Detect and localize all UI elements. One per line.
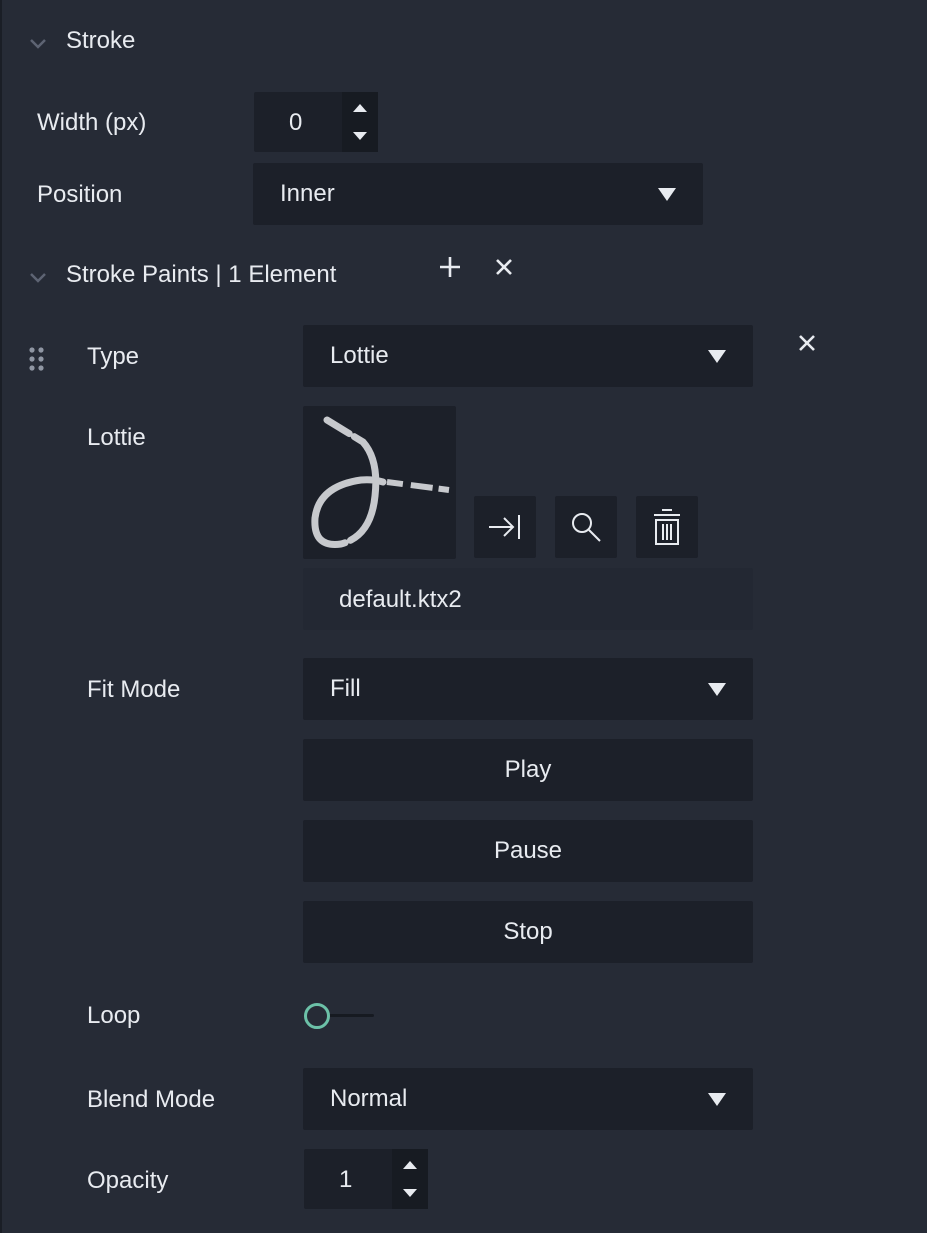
decrement-icon[interactable] (353, 132, 367, 140)
stroke-paints-section-title[interactable]: Stroke Paints | 1 Element (66, 261, 336, 289)
plus-icon[interactable] (437, 254, 463, 280)
caret-down-icon (708, 1093, 726, 1106)
blend-mode-value: Normal (330, 1085, 408, 1112)
navigate-to-icon (489, 515, 520, 539)
navigate-to-asset-button[interactable] (474, 496, 536, 558)
type-value: Lottie (330, 342, 389, 369)
opacity-stepper[interactable] (392, 1149, 428, 1209)
play-label: Play (504, 756, 552, 783)
fit-mode-dropdown[interactable]: Fill (303, 658, 753, 720)
position-dropdown[interactable]: Inner (253, 163, 703, 225)
remove-asset-button[interactable] (636, 496, 698, 558)
increment-icon[interactable] (353, 104, 367, 112)
caret-down-icon (708, 350, 726, 363)
loop-label: Loop (87, 1002, 141, 1029)
search-icon (572, 513, 601, 542)
width-label: Width (px) (37, 109, 147, 136)
caret-down-icon (658, 188, 676, 201)
width-stepper[interactable] (342, 92, 378, 152)
toggle-knob[interactable] (304, 1003, 330, 1029)
type-dropdown[interactable]: Lottie (303, 325, 753, 387)
opacity-value[interactable]: 1 (339, 1166, 352, 1194)
opacity-number-field[interactable]: 1 (304, 1149, 428, 1209)
chevron-down-icon[interactable] (28, 33, 48, 53)
lottie-label: Lottie (87, 424, 146, 451)
find-asset-button[interactable] (555, 496, 617, 558)
caret-down-icon (708, 683, 726, 696)
chevron-down-icon[interactable] (28, 267, 48, 287)
position-value: Inner (280, 180, 335, 207)
pause-label: Pause (493, 837, 563, 864)
drag-handle-icon[interactable] (27, 345, 47, 373)
play-button[interactable]: Play (303, 739, 753, 801)
close-icon[interactable] (494, 257, 514, 277)
lottie-preview-thumbnail[interactable] (303, 406, 456, 559)
loop-toggle[interactable] (302, 1001, 376, 1031)
position-label: Position (37, 181, 123, 208)
blend-mode-label: Blend Mode (87, 1086, 216, 1113)
blend-mode-dropdown[interactable]: Normal (303, 1068, 753, 1130)
increment-icon[interactable] (403, 1161, 417, 1169)
opacity-label: Opacity (87, 1167, 169, 1194)
width-number-field[interactable]: 0 (254, 92, 378, 152)
trash-icon (654, 509, 680, 545)
stroke-section-title[interactable]: Stroke (66, 27, 135, 55)
pause-button[interactable]: Pause (303, 820, 753, 882)
stop-label: Stop (503, 918, 553, 945)
remove-element-icon[interactable] (797, 333, 817, 353)
type-label: Type (87, 343, 140, 370)
fit-mode-value: Fill (330, 675, 361, 702)
lottie-preview-image (311, 416, 450, 548)
decrement-icon[interactable] (403, 1189, 417, 1197)
asset-filename-field[interactable]: default.ktx2 (303, 568, 753, 630)
width-value[interactable]: 0 (289, 109, 302, 137)
asset-filename: default.ktx2 (339, 586, 462, 613)
panel-left-border (0, 0, 2, 1233)
fit-mode-label: Fit Mode (87, 676, 181, 703)
stop-button[interactable]: Stop (303, 901, 753, 963)
